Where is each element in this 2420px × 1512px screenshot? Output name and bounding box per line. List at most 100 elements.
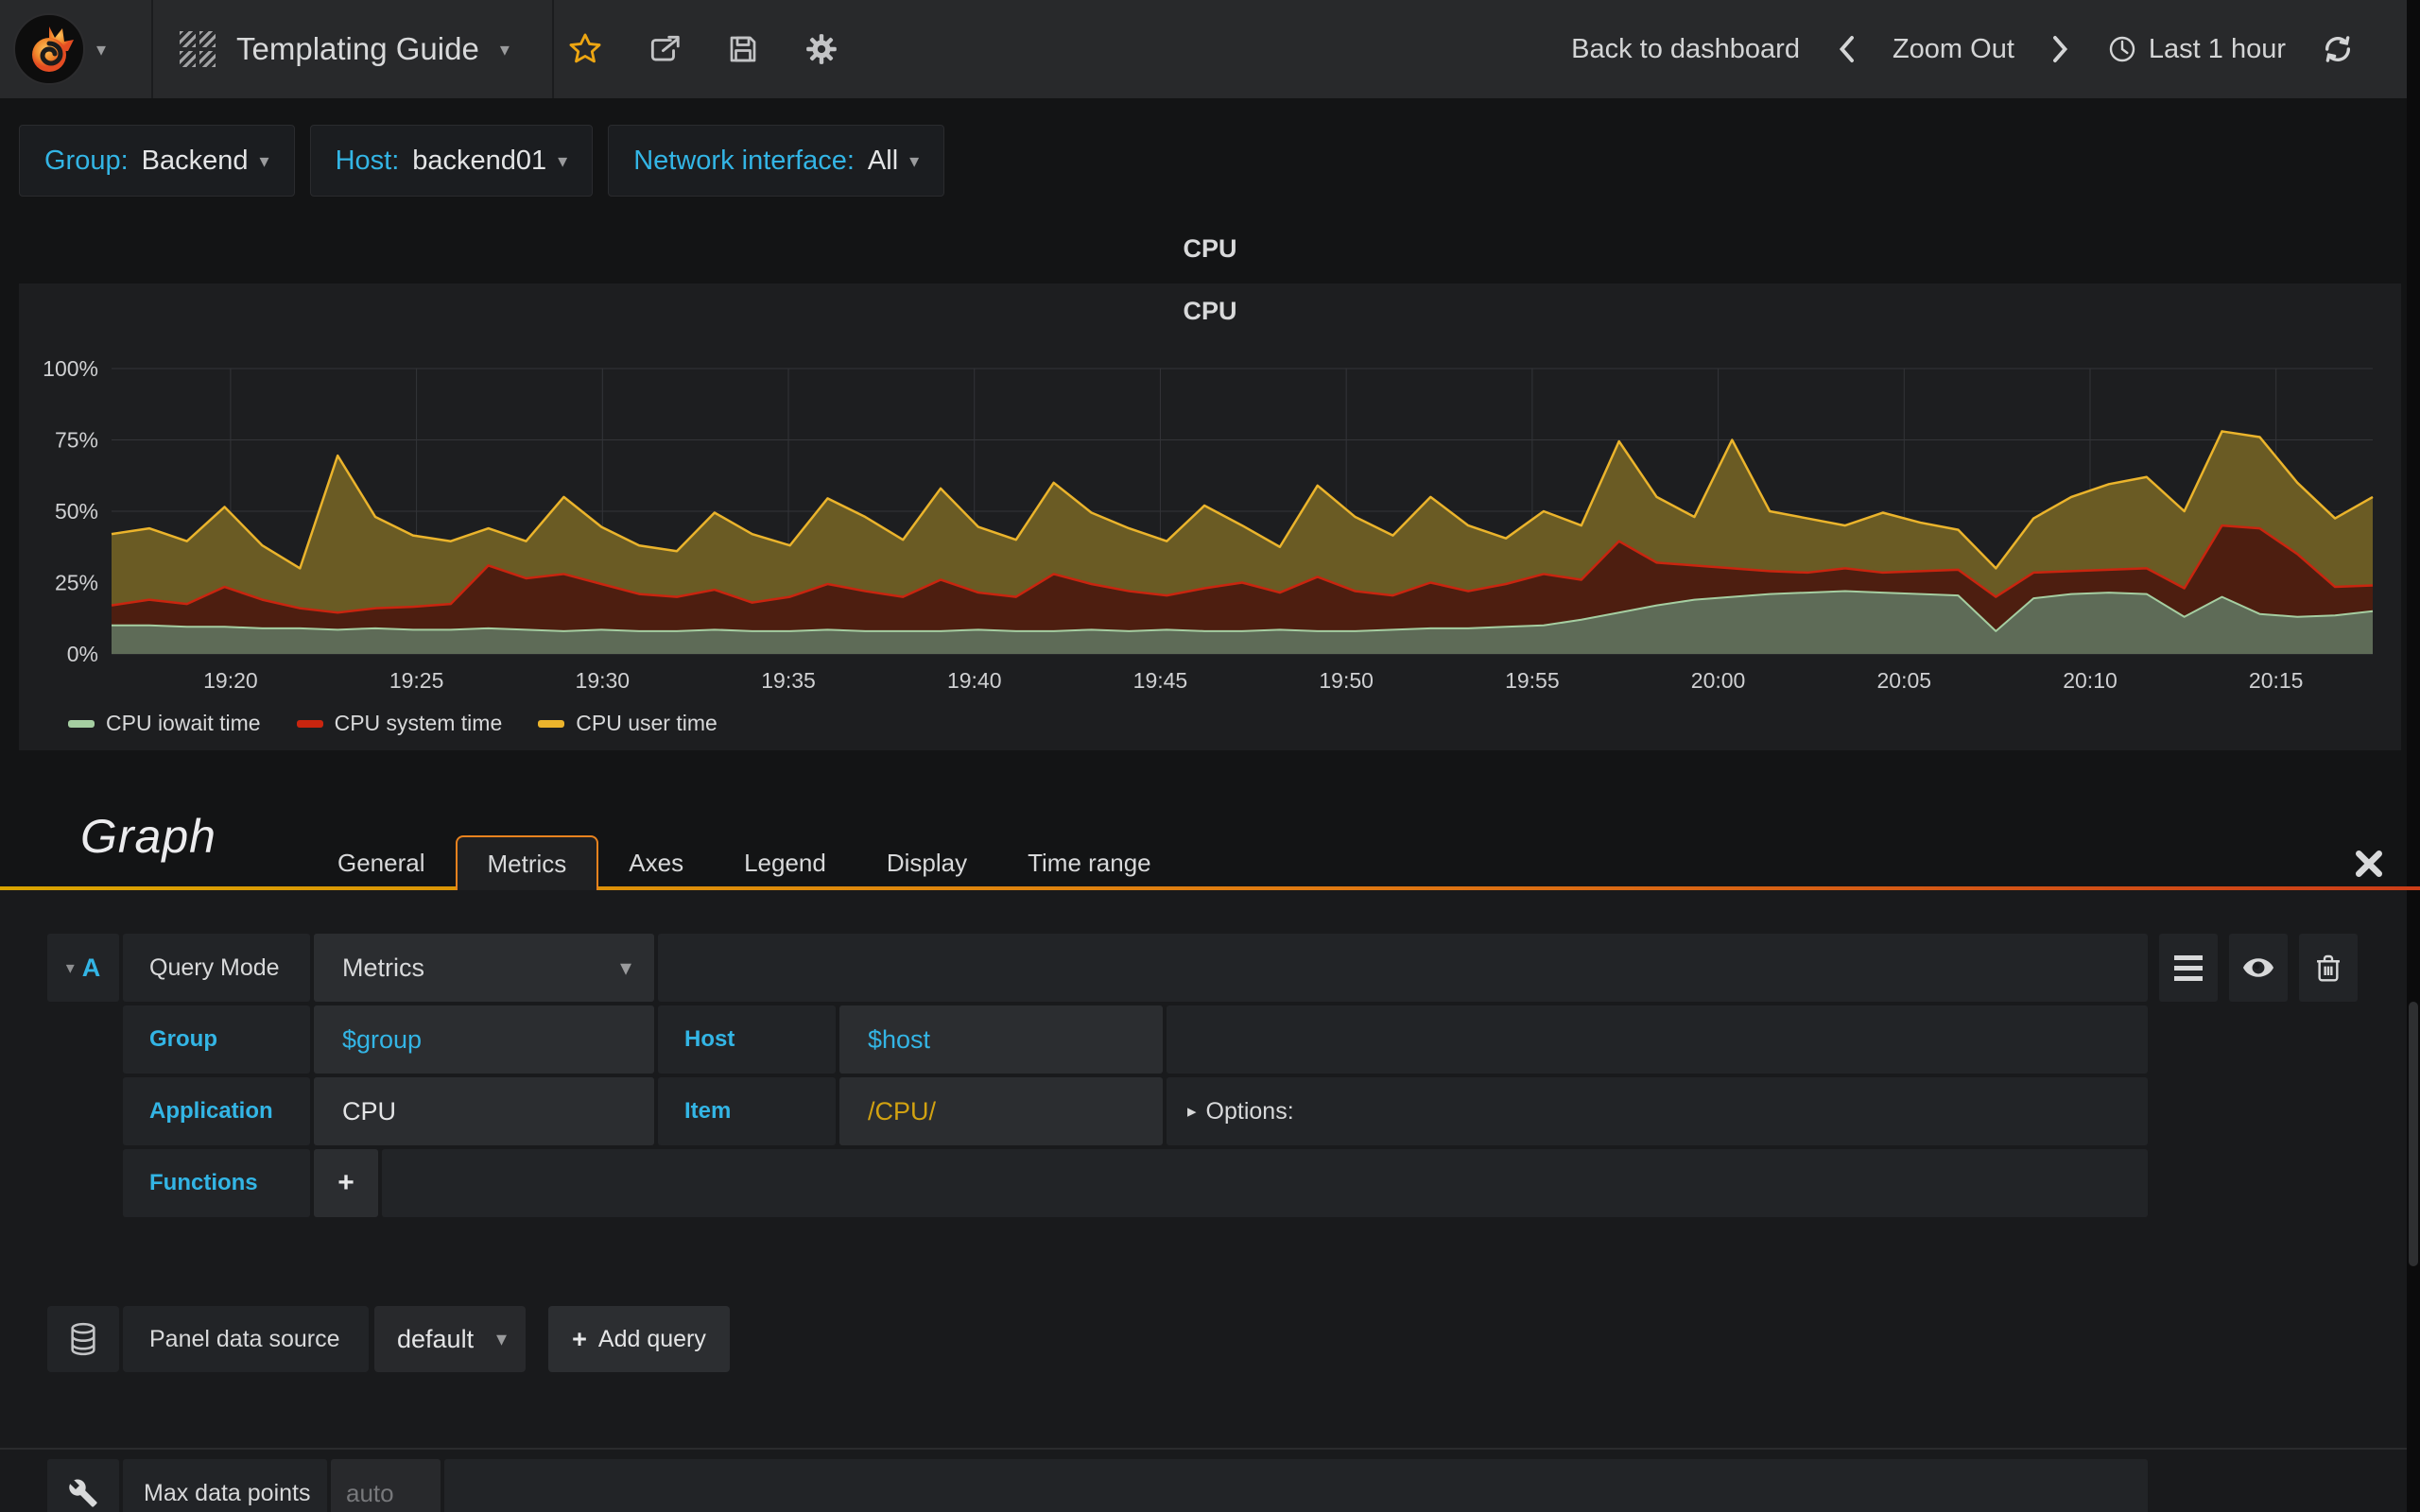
tab-general[interactable]: General <box>307 835 456 890</box>
tab-metrics[interactable]: Metrics <box>455 835 599 890</box>
max-data-points-field[interactable] <box>331 1478 441 1508</box>
query-options-toggle[interactable]: ▸ Options: <box>1167 1077 2148 1145</box>
application-field-input[interactable]: CPU <box>314 1077 654 1145</box>
save-button[interactable] <box>726 32 760 66</box>
logo-caret-icon[interactable]: ▾ <box>96 38 106 61</box>
tab-time-range[interactable]: Time range <box>997 835 1182 890</box>
query-collapse-toggle[interactable]: ▾ A <box>47 934 119 1002</box>
settings-row-filler <box>444 1459 2148 1512</box>
dashboard-grid-icon <box>180 31 216 67</box>
application-field-label: Application <box>123 1077 310 1145</box>
menu-icon <box>2174 954 2203 981</box>
add-query-button[interactable]: + Add query <box>548 1306 730 1372</box>
svg-text:0%: 0% <box>67 642 98 666</box>
close-editor-icon[interactable] <box>2354 849 2384 879</box>
functions-label-text: Functions <box>149 1170 258 1195</box>
tab-legend[interactable]: Legend <box>714 835 856 890</box>
variable-dropdown-host[interactable]: Host: backend01 ▾ <box>309 125 594 197</box>
group-label-text: Group <box>149 1026 217 1052</box>
svg-text:50%: 50% <box>55 499 98 524</box>
time-range-label: Last 1 hour <box>2148 33 2286 64</box>
item-label-text: Item <box>684 1098 732 1124</box>
host-field-input[interactable]: $host <box>839 1005 1163 1074</box>
dashboard-title: Templating Guide <box>236 31 479 66</box>
settings-icon-box <box>47 1459 119 1512</box>
svg-text:75%: 75% <box>55 428 98 453</box>
max-data-points-input[interactable] <box>331 1459 441 1512</box>
caret-down-icon: ▾ <box>619 954 631 981</box>
legend-item-user[interactable]: CPU user time <box>538 711 717 736</box>
group-value: $group <box>342 1024 423 1054</box>
svg-text:20:00: 20:00 <box>1691 668 1746 693</box>
variable-label: Host: <box>335 145 400 176</box>
scrollbar-thumb[interactable] <box>2409 1002 2418 1266</box>
zoom-out-button[interactable]: Zoom Out <box>1893 34 2014 65</box>
datasource-value: default <box>397 1324 475 1353</box>
svg-text:20:10: 20:10 <box>2063 668 2118 693</box>
variable-label: Group: <box>44 145 129 176</box>
add-query-label: Add query <box>597 1325 706 1352</box>
query-mode-select[interactable]: Metrics ▾ <box>314 934 654 1002</box>
trash-icon <box>2317 954 2340 982</box>
back-to-dashboard-button[interactable]: Back to dashboard <box>1571 34 1800 65</box>
variable-dropdown-group[interactable]: Group: Backend ▾ <box>19 125 295 197</box>
variable-value: backend01 <box>412 145 547 176</box>
time-shift-left-icon[interactable] <box>1836 35 1857 63</box>
item-field-input[interactable]: /CPU/ <box>839 1077 1163 1145</box>
query-mode-label: Query Mode <box>123 934 310 1002</box>
group-field-input[interactable]: $group <box>314 1005 654 1074</box>
graph-legend: CPU iowait time CPU system time CPU user… <box>68 711 717 736</box>
row-title: CPU <box>1183 234 1237 263</box>
svg-text:20:15: 20:15 <box>2249 668 2304 693</box>
legend-label: CPU iowait time <box>106 711 261 735</box>
application-label-text: Application <box>149 1098 273 1124</box>
collapse-caret-icon: ▾ <box>65 957 75 977</box>
query-menu-button[interactable] <box>2159 934 2218 1002</box>
panel-datasource-label-text: Panel data source <box>149 1325 340 1352</box>
max-data-points-label: Max data points <box>123 1459 327 1512</box>
legend-item-iowait[interactable]: CPU iowait time <box>68 711 261 736</box>
legend-item-system[interactable]: CPU system time <box>296 711 502 736</box>
svg-text:19:40: 19:40 <box>947 668 1002 693</box>
time-shift-right-icon[interactable] <box>2050 35 2071 63</box>
clock-icon <box>2109 36 2135 62</box>
query-toggle-visibility-button[interactable] <box>2229 934 2288 1002</box>
cpu-graph-panel: CPU 0% 25% 50% 75% 100% 19:20 19:25 19:30 19:35 1… <box>19 284 2401 750</box>
svg-text:20:05: 20:05 <box>1877 668 1932 693</box>
grafana-logo-icon[interactable] <box>13 13 85 85</box>
dashboard-title-button[interactable]: Templating Guide ▾ <box>180 0 510 98</box>
settings-gear-icon[interactable] <box>804 31 839 67</box>
caret-down-icon: ▾ <box>495 1327 507 1350</box>
group-field-label: Group <box>123 1005 310 1074</box>
cpu-graph-plot[interactable]: 0% 25% 50% 75% 100% 19:20 19:25 19:30 19:35 19:40… <box>26 357 2382 694</box>
host-label-text: Host <box>684 1026 735 1052</box>
page-scrollbar[interactable] <box>2407 0 2420 1512</box>
svg-text:19:55: 19:55 <box>1505 668 1560 693</box>
functions-label: Functions <box>123 1149 310 1217</box>
panel-editor-type-title: Graph <box>80 810 216 863</box>
divider <box>552 0 554 98</box>
caret-down-icon: ▾ <box>909 150 920 172</box>
tab-display[interactable]: Display <box>856 835 997 890</box>
query-row-filler <box>658 934 2148 1002</box>
svg-text:19:45: 19:45 <box>1133 668 1188 693</box>
legend-swatch <box>538 719 565 728</box>
star-button[interactable] <box>567 31 603 67</box>
variable-dropdown-network-interface[interactable]: Network interface: All ▾ <box>608 125 945 197</box>
host-value: $host <box>868 1024 931 1054</box>
datasource-select[interactable]: default ▾ <box>374 1306 526 1372</box>
panel-title[interactable]: CPU <box>19 297 2401 326</box>
expand-triangle-icon: ▸ <box>1187 1101 1197 1122</box>
caret-down-icon: ▾ <box>558 150 568 172</box>
svg-text:100%: 100% <box>43 357 98 381</box>
options-label: Options: <box>1205 1097 1294 1125</box>
svg-text:19:20: 19:20 <box>203 668 258 693</box>
share-button[interactable] <box>647 31 683 67</box>
tab-axes[interactable]: Axes <box>598 835 714 890</box>
add-function-button[interactable]: + <box>314 1149 378 1217</box>
divider <box>151 0 153 98</box>
query-delete-button[interactable] <box>2299 934 2358 1002</box>
application-value: CPU <box>342 1096 397 1125</box>
refresh-icon[interactable] <box>2322 33 2354 65</box>
time-picker-button[interactable]: Last 1 hour <box>2107 34 2286 65</box>
